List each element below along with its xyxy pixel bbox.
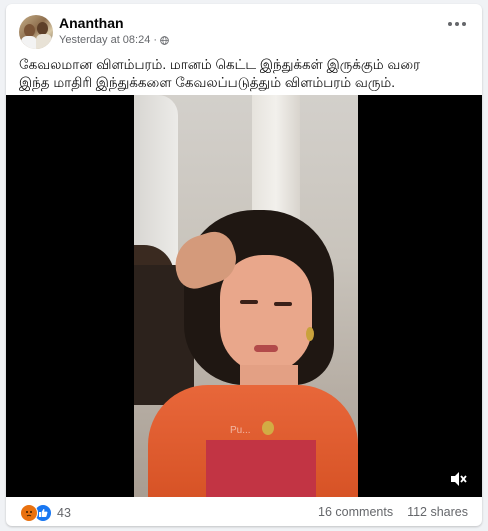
timestamp[interactable]: Yesterday at 08:24 [59,34,150,46]
engagement-stats: 16 comments 112 shares [318,505,468,519]
author-name[interactable]: Ananthan [59,15,124,31]
post-text: கேவலமான விளம்பரம். மானம் கெட்ட இந்துக்கள… [19,56,469,92]
post-footer: 43 16 comments 112 shares [6,497,482,526]
more-options-icon[interactable] [448,20,468,28]
shares-link[interactable]: 112 shares [407,505,468,519]
meta-separator: · [153,34,158,46]
video-frame: Pu... [134,95,358,497]
post-card: Ananthan Yesterday at 08:24 · கேவலமான வி… [6,4,482,526]
post-text-line-2: இந்த மாதிரி இந்துக்களை கேவலப்படுத்தும் வ… [19,75,395,90]
reaction-count: 43 [57,506,71,520]
post-text-line-1: கேவலமான விளம்பரம். மானம் கெட்ட இந்துக்கள… [19,57,421,72]
post-meta: Yesterday at 08:24 · [59,34,169,46]
comments-link[interactable]: 16 comments [318,505,393,519]
mute-icon[interactable] [448,469,468,489]
video-player[interactable]: Pu... [6,95,482,497]
globe-icon [160,35,169,45]
reactions-summary[interactable]: 43 [20,504,71,522]
avatar[interactable] [19,15,53,49]
angry-icon [20,504,38,522]
video-watermark: Pu... [230,425,251,436]
